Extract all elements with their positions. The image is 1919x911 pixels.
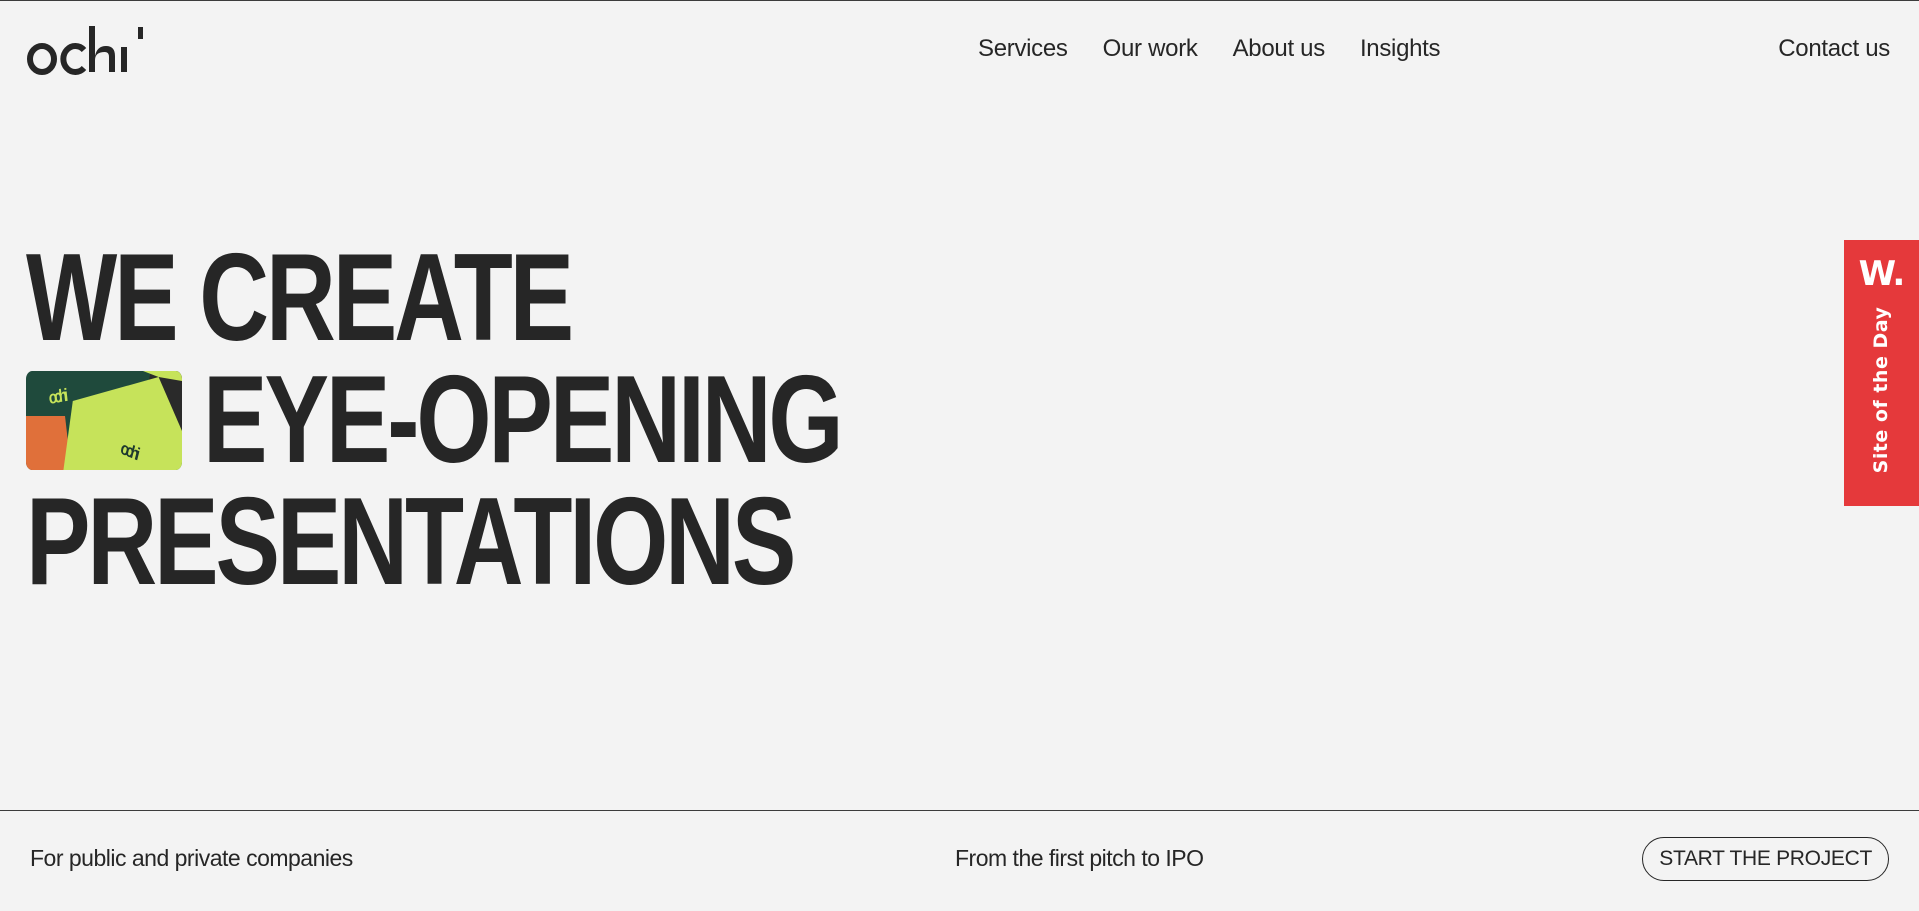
hero-thumbnail-image: ochi ochi	[26, 370, 182, 470]
ochi-logo-mark	[27, 26, 143, 75]
footer-audience-text: For public and private companies	[30, 845, 353, 871]
footer-divider	[0, 810, 1919, 811]
top-border	[0, 0, 1919, 1]
hero-line-2: ochi ochi EYE-OPENING	[26, 354, 844, 482]
hero-line-3-text: PRESENTATIONS	[26, 473, 796, 611]
hero-line-2-text: EYE-OPENING	[203, 351, 844, 489]
awwwards-mark: W.	[1858, 254, 1906, 294]
nav-services[interactable]: Services	[978, 35, 1068, 63]
start-project-button[interactable]: START THE PROJECT	[1642, 837, 1889, 881]
nav-insights[interactable]: Insights	[1360, 35, 1441, 63]
hero-heading: WE CREATE ochi ochi EYE-OPENING PRESENTA…	[26, 232, 844, 604]
ochi-logo[interactable]	[26, 26, 146, 78]
contact-us-link[interactable]: Contact us	[1778, 35, 1890, 63]
hero-line-1: WE CREATE	[26, 232, 841, 360]
site-of-the-day-label: Site of the Day	[1870, 306, 1892, 474]
hero-line-3: PRESENTATIONS	[26, 476, 841, 604]
main-nav: Services Our work About us Insights	[978, 35, 1441, 63]
site-of-the-day-badge[interactable]: W. Site of the Day	[1844, 240, 1919, 506]
footer-tagline-text: From the first pitch to IPO	[955, 845, 1204, 871]
nav-about-us[interactable]: About us	[1233, 35, 1326, 63]
thumbnail-artwork: ochi ochi	[26, 370, 182, 470]
nav-our-work[interactable]: Our work	[1103, 35, 1198, 63]
hero-line-1-text: WE CREATE	[26, 229, 574, 367]
